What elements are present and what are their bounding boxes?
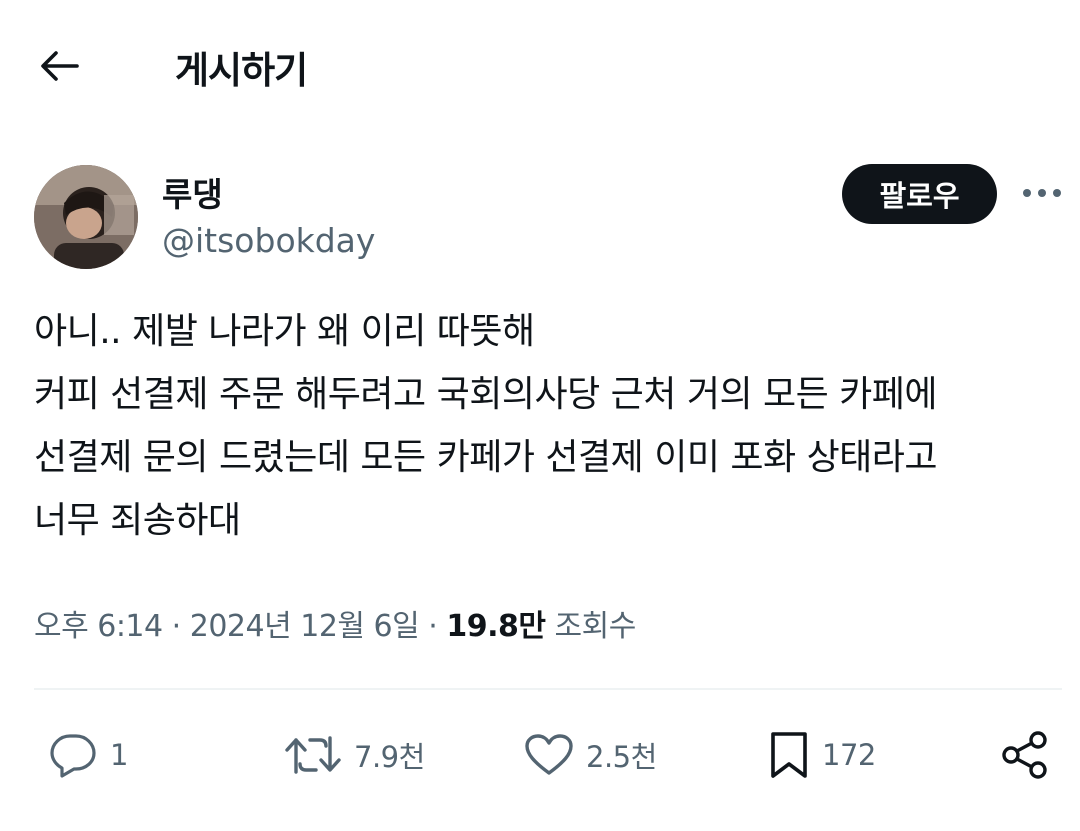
back-button[interactable] bbox=[34, 44, 84, 88]
views-label: 조회수 bbox=[554, 609, 637, 644]
tweet-line: 선결제 문의 드렸는데 모든 카페가 선결제 이미 포화 상태라고 bbox=[34, 437, 938, 478]
user-handle[interactable]: @itsobokday bbox=[162, 221, 375, 260]
like-button[interactable]: 2.5천 bbox=[524, 720, 657, 790]
tweet-line: 너무 죄송하대 bbox=[34, 500, 241, 541]
page-title: 게시하기 bbox=[175, 49, 308, 92]
more-button[interactable] bbox=[1018, 176, 1066, 210]
reply-button[interactable]: 1 bbox=[48, 720, 128, 790]
tweet-text: 아니.. 제발 나라가 왜 이리 따뜻해 커피 선결제 주문 해두려고 국회의사… bbox=[34, 300, 1064, 552]
meta-separator: · bbox=[428, 609, 438, 644]
meta-separator: · bbox=[171, 609, 182, 644]
views-count: 19.8만 bbox=[446, 609, 546, 644]
back-arrow-icon bbox=[41, 51, 79, 81]
avatar-photo bbox=[34, 165, 138, 269]
bookmark-count: 172 bbox=[822, 738, 876, 772]
reply-count: 1 bbox=[110, 738, 128, 772]
bookmark-icon bbox=[771, 732, 807, 778]
action-bar: 1 7.9천 2.5천 172 bbox=[0, 720, 1080, 790]
tweet-line: 아니.. 제발 나라가 왜 이리 따뜻해 bbox=[34, 311, 535, 352]
divider bbox=[34, 688, 1062, 690]
author-row: 루댕 @itsobokday 팔로우 bbox=[0, 160, 1080, 270]
tweet-line: 커피 선결제 주문 해두려고 국회의사당 근처 거의 모든 카페에 bbox=[34, 374, 938, 415]
more-icon bbox=[1023, 189, 1061, 197]
retweet-button[interactable]: 7.9천 bbox=[284, 720, 425, 790]
retweet-count: 7.9천 bbox=[354, 740, 425, 774]
follow-button[interactable]: 팔로우 bbox=[842, 164, 997, 224]
retweet-icon bbox=[285, 736, 341, 774]
like-count: 2.5천 bbox=[586, 740, 657, 774]
share-button[interactable] bbox=[1000, 720, 1050, 790]
avatar[interactable] bbox=[34, 165, 138, 269]
share-icon bbox=[1002, 731, 1047, 779]
reply-icon bbox=[50, 734, 96, 778]
bookmark-button[interactable]: 172 bbox=[768, 720, 876, 790]
tweet-date[interactable]: 2024년 12월 6일 bbox=[190, 609, 420, 644]
tweet-meta: 오후 6:14 · 2024년 12월 6일 · 19.8만 조회수 bbox=[34, 601, 636, 645]
tweet-time[interactable]: 오후 6:14 bbox=[34, 609, 163, 644]
like-icon bbox=[525, 734, 573, 775]
top-bar: 게시하기 bbox=[0, 0, 1080, 130]
display-name[interactable]: 루댕 bbox=[162, 168, 223, 216]
